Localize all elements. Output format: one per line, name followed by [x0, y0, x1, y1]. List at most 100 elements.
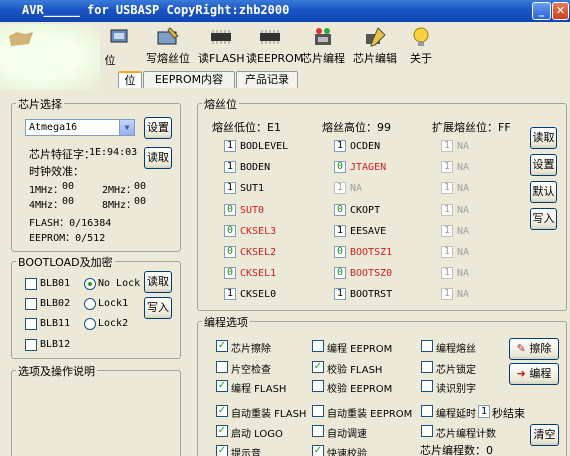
lock-radio[interactable] [84, 318, 96, 330]
fuse-bit-box[interactable]: 1 [224, 288, 236, 300]
group-title: 编程选项 [202, 314, 250, 330]
chip-icon [211, 30, 231, 44]
toolbar-write-fuse-button[interactable]: 写熔丝位 [146, 24, 190, 68]
fuse-bit-box[interactable]: 1 [224, 140, 236, 152]
lock-radio[interactable] [84, 278, 96, 290]
toolbar-program-chip-button[interactable]: 芯片编程 [300, 24, 346, 68]
chip-select-dropdown[interactable]: Atmega16 ▼ [25, 119, 135, 136]
fuse-bit-box[interactable]: 1 [441, 182, 453, 194]
fuse-bit-box[interactable]: 0 [224, 204, 236, 216]
blb-checkbox[interactable] [25, 278, 37, 290]
window-title: AVR_____ for USBASP CopyRight:zhb2000 [22, 3, 290, 17]
eraser-icon: ✎ [516, 342, 526, 355]
prog-option-checkbox[interactable] [312, 425, 324, 437]
prog-option-checkbox[interactable]: ✓ [312, 361, 324, 373]
fuse-bit-box[interactable]: 1 [441, 140, 453, 152]
group-title: 选项及操作说明 [16, 363, 97, 379]
fuse-bit-name: NA [457, 268, 470, 279]
clock-2mhz-label: 2MHz： [102, 185, 137, 196]
prog-option-checkbox[interactable]: ✓ [216, 340, 228, 352]
program-button[interactable]: ➜ 编程 [509, 363, 559, 385]
bootload-read-button[interactable]: 读取 [144, 271, 172, 293]
prog-option-checkbox[interactable] [421, 425, 433, 437]
erase-button[interactable]: ✎ 擦除 [509, 338, 559, 360]
fuse-bit-name: BOOTSZ1 [350, 247, 393, 258]
prog-option-checkbox[interactable]: ✓ [216, 405, 228, 417]
fuse-read-button[interactable]: 读取 [530, 127, 557, 149]
minimize-button[interactable]: _ [532, 2, 551, 20]
fuse-bit-box[interactable]: 0 [224, 225, 236, 237]
fuse-bit-box[interactable]: 1 [224, 161, 236, 173]
toolbar-read-eeprom-button[interactable]: 读EEPROM [246, 24, 303, 68]
flash-size: FLASH：0/16384 [29, 218, 112, 229]
fuse-ext-label: 扩展熔丝位：FF [432, 121, 511, 134]
fuse-bit-box[interactable]: 1 [334, 288, 346, 300]
title-bar: AVR_____ for USBASP CopyRight:zhb2000 _ … [0, 0, 570, 22]
fuse-bit-box[interactable]: 0 [334, 204, 346, 216]
fuse-bit-name: JTAGEN [350, 162, 387, 173]
prog-option-checkbox[interactable] [312, 405, 324, 417]
chip-settings-button[interactable]: 设置 [144, 117, 172, 139]
blb-checkbox[interactable] [25, 339, 37, 351]
fuse-bit-box[interactable]: 1 [334, 225, 346, 237]
fuse-write-button[interactable]: 写入 [530, 208, 557, 230]
prog-option-checkbox[interactable] [421, 340, 433, 352]
fuse-bit-box[interactable]: 1 [224, 182, 236, 194]
tab-fuse[interactable]: 位 [118, 71, 142, 88]
prog-option-checkbox[interactable]: ✓ [216, 380, 228, 392]
fuse-default-button[interactable]: 默认 [530, 181, 557, 203]
prog-option-checkbox[interactable]: ✓ [216, 445, 228, 456]
tab-product-record[interactable]: 产品记录 [236, 71, 298, 88]
app-logo [0, 24, 100, 90]
fuse-bit-name: NA [457, 183, 470, 194]
fuse-bit-box[interactable]: 0 [334, 246, 346, 258]
tab-eeprom[interactable]: EEPROM内容 [143, 71, 235, 88]
signature-label: 芯片特征字： [29, 148, 95, 161]
fuse-bit-box[interactable]: 1 [441, 288, 453, 300]
clear-button[interactable]: 清空 [530, 424, 559, 446]
bootload-write-button[interactable]: 写入 [144, 297, 172, 319]
fuse-bit-name: BOOTSZ0 [350, 268, 393, 279]
clock-4mhz-label: 4MHz： [29, 200, 64, 211]
close-button[interactable]: ✕ [552, 2, 569, 20]
delay-value-input[interactable]: 1 [478, 405, 490, 418]
fuse-bit-box[interactable]: 1 [441, 161, 453, 173]
prog-option-label: 提示音 [231, 449, 261, 456]
fuse-bit-box[interactable]: 0 [334, 161, 346, 173]
fuse-bit-box[interactable]: 1 [441, 246, 453, 258]
prog-option-checkbox[interactable]: ✓ [312, 445, 324, 456]
prog-option-label: 编程 EEPROM [327, 344, 393, 355]
fuse-bit-name: NA [457, 289, 470, 300]
fuse-bit-box[interactable]: 0 [224, 246, 236, 258]
fuse-bit-name: SUT1 [240, 183, 265, 194]
fuse-bit-box[interactable]: 1 [441, 204, 453, 216]
prog-option-checkbox[interactable] [312, 340, 324, 352]
read-signature-button[interactable]: 读取 [144, 147, 172, 169]
prog-option-checkbox[interactable] [216, 361, 228, 373]
fuse-bit-box[interactable]: 1 [334, 182, 346, 194]
prog-option-checkbox[interactable] [312, 380, 324, 392]
toolbar-read-flash-button[interactable]: 读FLASH [198, 24, 245, 68]
chip-select-value: Atmega16 [29, 122, 78, 133]
fuse-bit-box[interactable]: 1 [441, 225, 453, 237]
fuse-bit-box[interactable]: 0 [224, 267, 236, 279]
fuse-set-button[interactable]: 设置 [530, 154, 557, 176]
blb-checkbox[interactable] [25, 298, 37, 310]
prog-option-label: 编程熔丝 [436, 344, 476, 355]
fuse-bit-name: EESAVE [350, 226, 387, 237]
prog-option-checkbox[interactable] [421, 380, 433, 392]
chevron-down-icon[interactable]: ▼ [119, 120, 134, 135]
fuse-bit-box[interactable]: 1 [334, 140, 346, 152]
fuse-bit-box[interactable]: 0 [334, 267, 346, 279]
prog-option-checkbox[interactable] [421, 405, 433, 417]
blb-checkbox[interactable] [25, 318, 37, 330]
write-fuse-icon [157, 27, 179, 45]
fuse-bit-box[interactable]: 1 [441, 267, 453, 279]
program-icon: ➜ [516, 367, 526, 380]
prog-option-checkbox[interactable]: ✓ [216, 425, 228, 437]
prog-option-checkbox[interactable] [421, 361, 433, 373]
eeprom-size: EEPROM：0/512 [29, 233, 106, 244]
lock-radio[interactable] [84, 298, 96, 310]
toolbar-about-button[interactable]: 关于 [404, 24, 438, 68]
toolbar-edit-chip-button[interactable]: 芯片编辑 [352, 24, 398, 68]
